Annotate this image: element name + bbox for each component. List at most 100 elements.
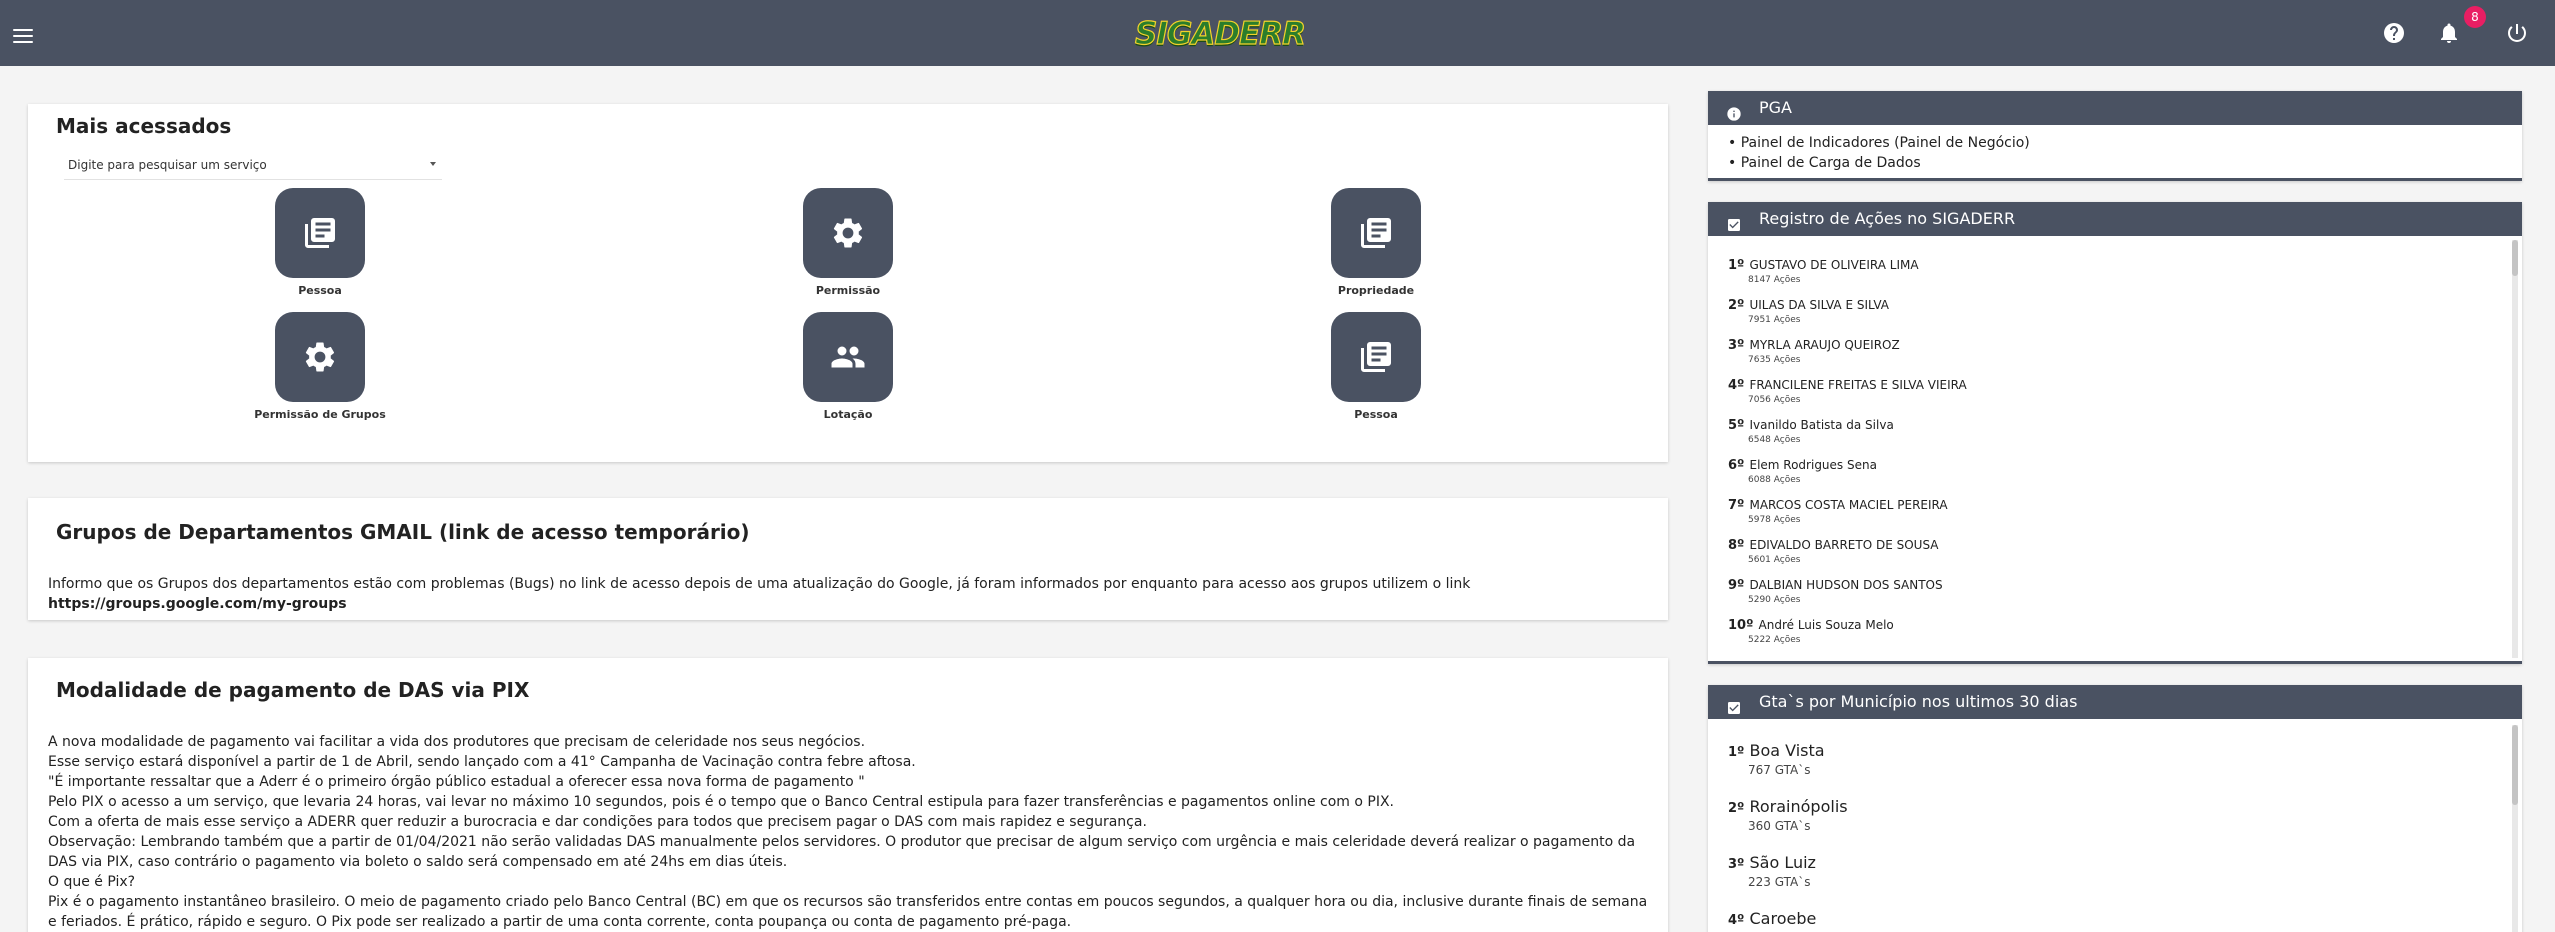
rank-label: 5º [1728, 418, 1745, 433]
rank-label: 3º [1728, 338, 1745, 353]
rank-label: 4º [1728, 913, 1745, 928]
pix-paragraph: DAS via PIX, caso contrário o pagamento … [48, 854, 788, 870]
rank-label: 1º [1728, 258, 1745, 273]
bell-icon[interactable] [2437, 21, 2461, 45]
rank-label: 3º [1728, 857, 1745, 872]
user-name: UILAS DA SILVA E SILVA [1749, 298, 1890, 312]
list-item: 2º Rorainópolis 360 GTA`s [1728, 797, 2488, 853]
pix-paragraph: "É importante ressaltar que a Aderr é o … [48, 774, 865, 790]
municipio-name: Boa Vista [1749, 741, 1825, 760]
user-name: EDIVALDO BARRETO DE SOUSA [1749, 538, 1939, 552]
list-item: 1º GUSTAVO DE OLIVEIRA LIMA 8147 Ações [1728, 254, 2488, 294]
user-name: André Luis Souza Melo [1758, 618, 1894, 632]
list-document-icon [1331, 312, 1421, 402]
pga-panel: PGA • Painel de Indicadores (Painel de N… [1708, 91, 2522, 181]
list-item: 6º Elem Rodrigues Sena 6088 Ações [1728, 454, 2488, 494]
gta-count: 767 GTA`s [1748, 763, 1811, 777]
pga-item-label: Painel de Indicadores (Painel de Negócio… [1740, 135, 2030, 151]
service-search-select[interactable]: Digite para pesquisar um serviço [64, 150, 442, 180]
mais-acessados-title: Mais acessados [56, 114, 232, 138]
pga-header: PGA [1708, 91, 2522, 125]
list-item: 2º UILAS DA SILVA E SILVA 7951 Ações [1728, 294, 2488, 334]
menu-icon[interactable] [13, 28, 35, 44]
tile-label: Pessoa [1354, 408, 1398, 421]
tile-permissao-de-grupos[interactable]: Permissão de Grupos [220, 312, 420, 430]
pga-list: • Painel de Indicadores (Painel de Negóc… [1728, 133, 2030, 173]
pix-paragraph: O que é Pix? [48, 874, 136, 890]
tile-propriedade[interactable]: Propriedade [1276, 188, 1476, 306]
gta-title: Gta`s por Município nos ultimos 30 dias [1759, 692, 2078, 711]
sigaderr-logo[interactable]: SIGADERR [1134, 16, 1306, 51]
list-item: 5º Ivanildo Batista da Silva 6548 Ações [1728, 414, 2488, 454]
rank-label: 9º [1728, 578, 1745, 593]
tile-permissao[interactable]: Permissão [748, 188, 948, 306]
registro-list: 1º GUSTAVO DE OLIVEIRA LIMA 8147 Ações 2º… [1728, 254, 2488, 654]
municipio-name: Caroebe [1749, 909, 1817, 928]
gear-icon [275, 312, 365, 402]
pix-body: A nova modalidade de pagamento vai facil… [48, 732, 1678, 932]
panel-footer-bar [1708, 178, 2522, 181]
pix-paragraph: Pix é o pagamento instantâneo brasileiro… [48, 894, 1648, 910]
user-name: Ivanildo Batista da Silva [1749, 418, 1894, 432]
gta-scrollbar[interactable] [2512, 725, 2518, 932]
pix-paragraph: e feriados. É prático, rápido e seguro. … [48, 914, 1072, 930]
gta-count: 360 GTA`s [1748, 819, 1811, 833]
gta-municipio-panel: Gta`s por Município nos ultimos 30 dias … [1708, 685, 2522, 932]
service-search-placeholder: Digite para pesquisar um serviço [68, 158, 267, 172]
list-item: 8º EDIVALDO BARRETO DE SOUSA 5601 Ações [1728, 534, 2488, 574]
list-item: 4º FRANCILENE FREITAS E SILVA VIEIRA 7056… [1728, 374, 2488, 414]
list-item: 10º André Luis Souza Melo 5222 Ações [1728, 614, 2488, 654]
rank-label: 2º [1728, 298, 1745, 313]
scrollbar-thumb[interactable] [2512, 240, 2518, 276]
help-icon[interactable] [2382, 21, 2406, 45]
gta-header: Gta`s por Município nos ultimos 30 dias [1708, 685, 2522, 719]
grupos-gmail-card: Grupos de Departamentos GMAIL (link de a… [28, 498, 1668, 620]
pix-title: Modalidade de pagamento de DAS via PIX [56, 678, 530, 702]
grupos-gmail-message: Informo que os Grupos dos departamentos … [48, 576, 1471, 592]
tile-pessoa[interactable]: Pessoa [220, 188, 420, 306]
pga-item-painel-indicadores[interactable]: • Painel de Indicadores (Painel de Negóc… [1728, 133, 2030, 153]
power-icon[interactable] [2505, 21, 2529, 45]
mais-acessados-card: Mais acessados Digite para pesquisar um … [28, 104, 1668, 462]
info-icon [1726, 100, 1742, 121]
actions-count: 7951 Ações [1748, 315, 1801, 325]
pga-item-painel-carga[interactable]: • Painel de Carga de Dados [1728, 153, 2030, 173]
rank-label: 1º [1728, 745, 1745, 760]
google-groups-link[interactable]: https://groups.google.com/my-groups [48, 594, 1648, 614]
list-item: 3º São Luiz 223 GTA`s [1728, 853, 2488, 909]
grupos-gmail-text: Informo que os Grupos dos departamentos … [48, 574, 1648, 614]
registro-header: Registro de Ações no SIGADERR [1708, 202, 2522, 236]
checkbox-icon [1726, 694, 1742, 714]
list-item: 3º MYRLA ARAUJO QUEIROZ 7635 Ações [1728, 334, 2488, 374]
user-name: Elem Rodrigues Sena [1749, 458, 1877, 472]
tile-label: Lotação [823, 408, 873, 421]
list-item: 9º DALBIAN HUDSON DOS SANTOS 5290 Ações [1728, 574, 2488, 614]
rank-label: 2º [1728, 801, 1745, 816]
pix-card: Modalidade de pagamento de DAS via PIX A… [28, 658, 1668, 932]
municipio-name: São Luiz [1749, 853, 1816, 872]
user-name: GUSTAVO DE OLIVEIRA LIMA [1749, 258, 1919, 272]
tile-pessoa-2[interactable]: Pessoa [1276, 312, 1476, 430]
list-item: 1º Boa Vista 767 GTA`s [1728, 741, 2488, 797]
tile-lotacao[interactable]: Lotação [748, 312, 948, 430]
top-app-bar: SIGADERR 8 [0, 0, 2555, 66]
pix-paragraph: Esse serviço estará disponível a partir … [48, 754, 916, 770]
actions-count: 8147 Ações [1748, 275, 1801, 285]
scrollbar-thumb[interactable] [2512, 725, 2518, 805]
actions-count: 5290 Ações [1748, 595, 1801, 605]
registro-scrollbar[interactable] [2512, 240, 2518, 658]
chevron-down-icon [430, 162, 436, 166]
panel-footer-bar [1708, 661, 2522, 664]
pix-paragraph: A nova modalidade de pagamento vai facil… [48, 734, 866, 750]
list-item: 7º MARCOS COSTA MACIEL PEREIRA 5978 Ações [1728, 494, 2488, 534]
pix-paragraph: Observação: Lembrando também que a parti… [48, 834, 1636, 850]
people-icon [803, 312, 893, 402]
actions-count: 6548 Ações [1748, 435, 1801, 445]
tile-label: Permissão [815, 284, 881, 297]
gta-count: 223 GTA`s [1748, 875, 1811, 889]
gta-list: 1º Boa Vista 767 GTA`s 2º Rorainópolis 360… [1728, 741, 2488, 932]
rank-label: 8º [1728, 538, 1745, 553]
actions-count: 6088 Ações [1748, 475, 1801, 485]
actions-count: 7056 Ações [1748, 395, 1801, 405]
list-document-icon [1331, 188, 1421, 278]
